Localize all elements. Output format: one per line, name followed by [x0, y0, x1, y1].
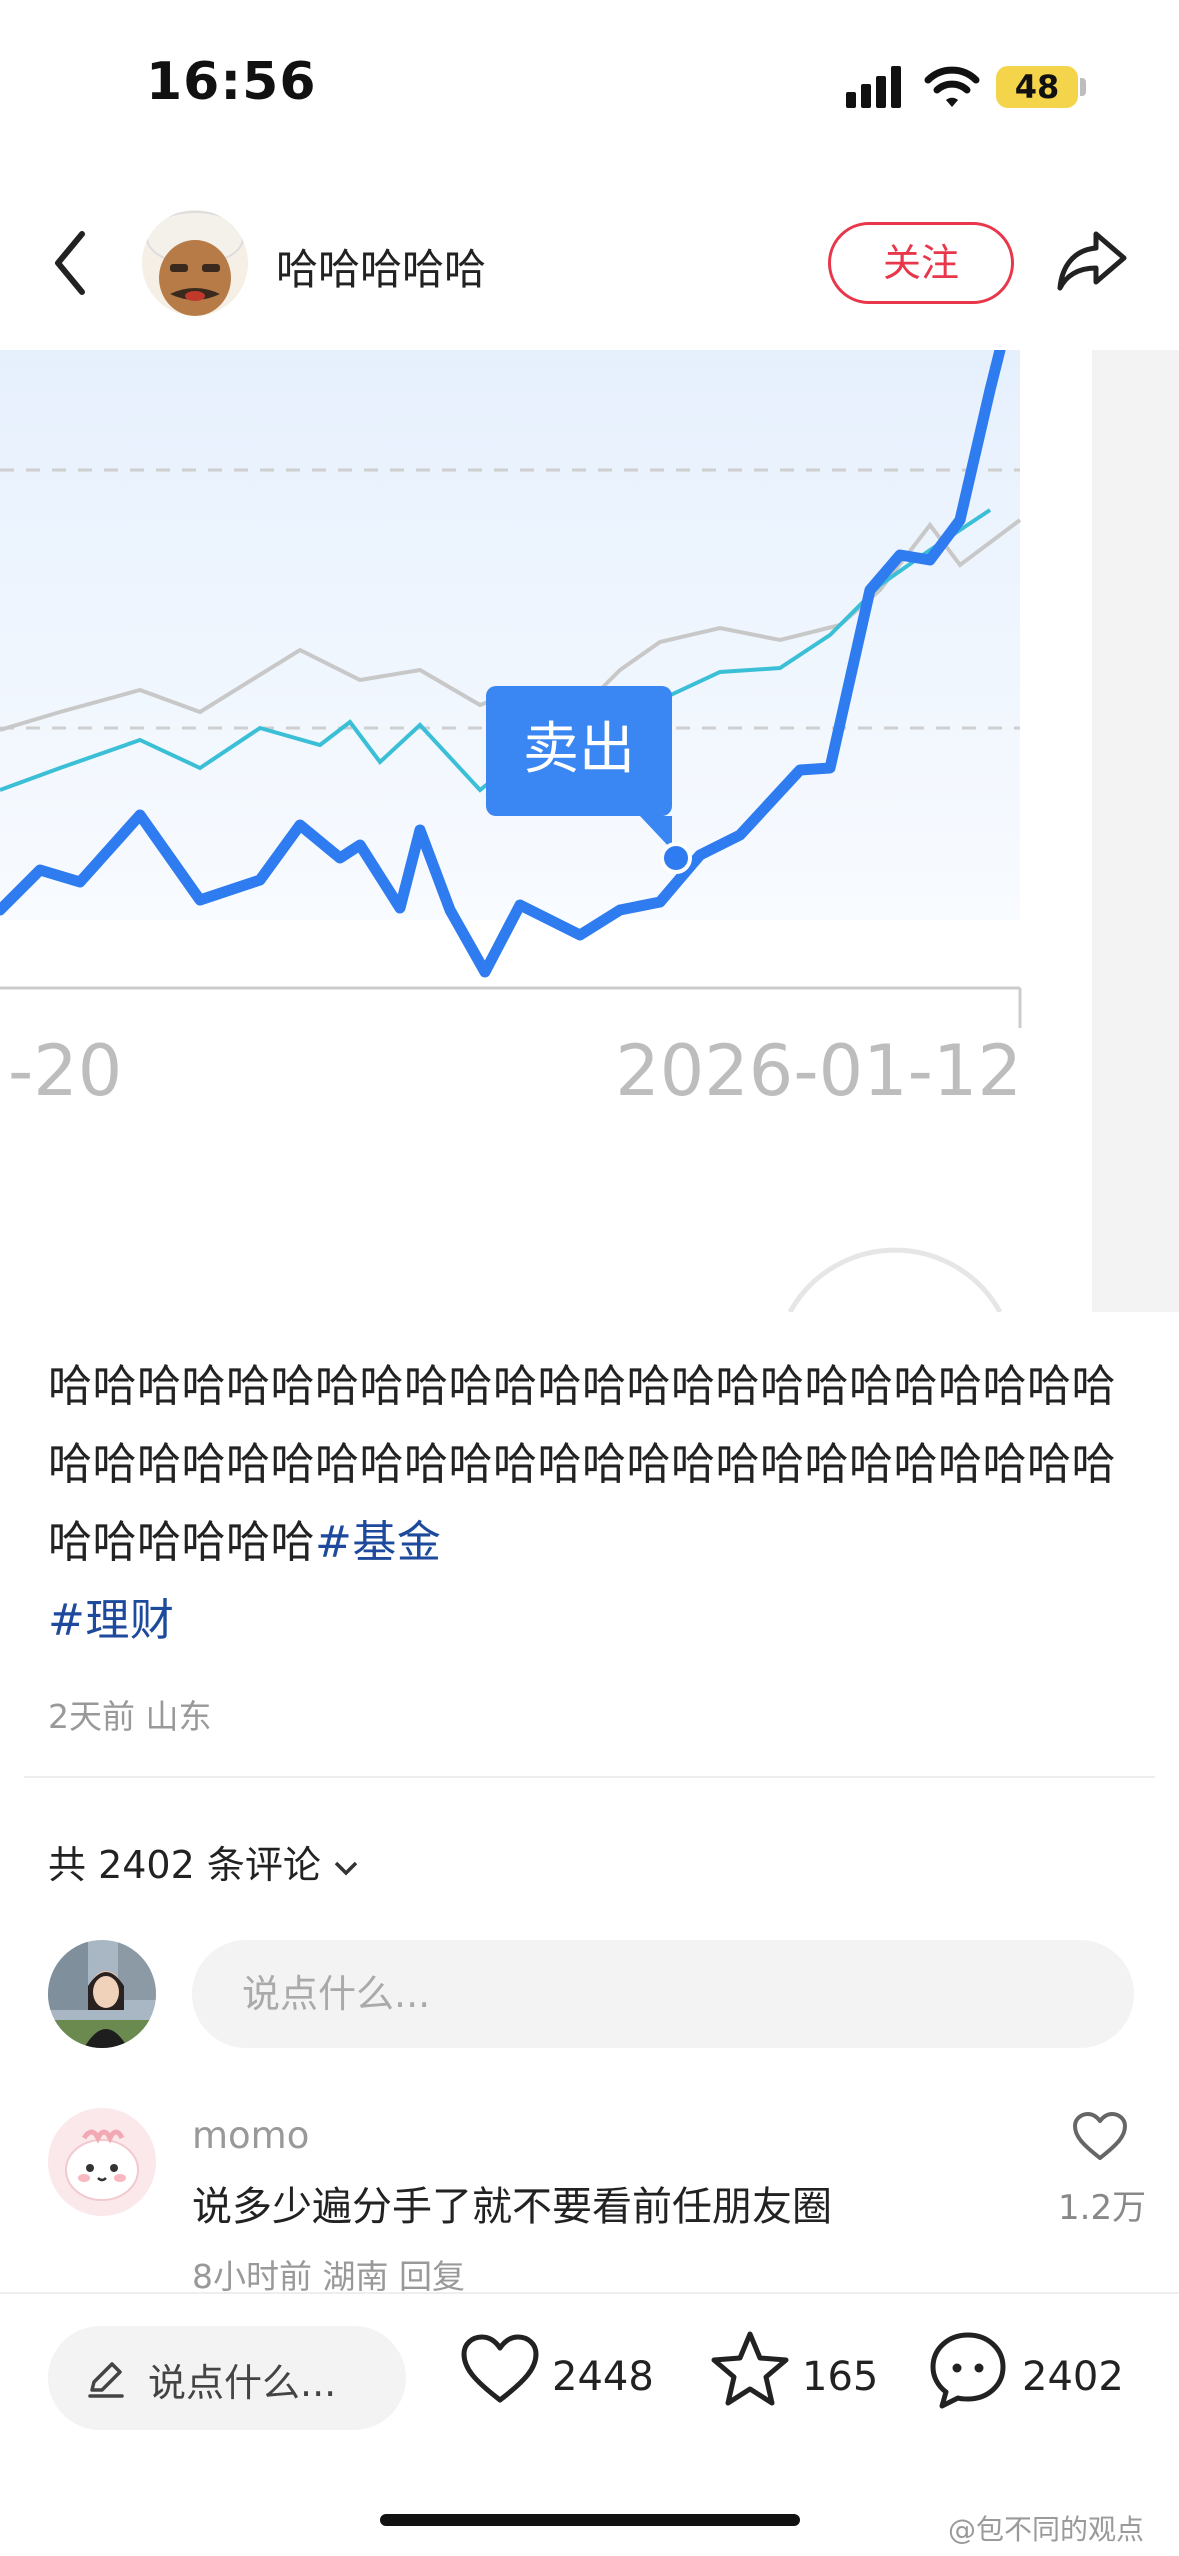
fund-line-chart: 卖出 -20 2026-01-12 — [0, 350, 1022, 1312]
comment-location: 湖南 — [322, 2257, 389, 2296]
current-user-avatar — [48, 1940, 156, 2048]
chevron-down-icon — [334, 1861, 358, 1875]
chart-fab-circle — [787, 1247, 1003, 1312]
divider — [0, 2292, 1179, 2294]
commenter-avatar[interactable] — [48, 2108, 156, 2216]
share-icon[interactable] — [1056, 228, 1128, 294]
reply-button[interactable]: 回复 — [399, 2257, 465, 2296]
comment-time: 8小时前 — [192, 2257, 312, 2296]
x-tick-label-right: 2026-01-12 — [615, 1030, 1022, 1112]
comment-like-heart-icon[interactable] — [1072, 2112, 1128, 2162]
comment-username[interactable]: momo — [192, 2114, 309, 2157]
author-avatar[interactable] — [140, 208, 250, 318]
comment-meta: 8小时前 湖南 回复 — [192, 2250, 465, 2298]
like-count: 2448 — [552, 2354, 654, 2400]
post-location: 山东 — [145, 1697, 212, 1736]
tag-link[interactable]: #基金 — [315, 1517, 441, 1568]
comment-count-sort[interactable]: 共 2402 条评论 — [48, 1834, 359, 1889]
bottom-input-placeholder: 说点什么... — [148, 2361, 337, 2405]
status-time: 16:56 — [146, 52, 317, 112]
like-heart-icon[interactable] — [460, 2334, 540, 2406]
comment-text: 说多少遍分手了就不要看前任朋友圈 — [192, 2184, 832, 2230]
divider — [24, 1776, 1155, 1778]
post-meta: 2天前 山东 — [48, 1690, 212, 1738]
star-icon[interactable] — [710, 2330, 790, 2408]
sell-annotation-label: 卖出 — [523, 717, 635, 782]
comment-like-count: 1.2万 — [1058, 2188, 1147, 2228]
cellular-signal-icon — [846, 66, 901, 108]
wifi-icon — [924, 66, 980, 107]
post-time: 2天前 — [48, 1697, 135, 1736]
watermark: @包不同的观点 — [948, 2513, 1145, 2546]
post-body: 哈哈哈哈哈哈哈哈哈哈哈哈哈哈哈哈哈哈哈哈哈哈哈哈哈哈哈哈哈哈哈哈哈哈哈哈哈哈哈哈… — [48, 1348, 1138, 1660]
comment-input[interactable]: 说点什么... — [192, 1940, 1134, 2048]
sell-point-marker — [660, 842, 692, 874]
image-side-strip — [1092, 350, 1179, 1312]
follow-button[interactable]: 关注 — [828, 222, 1014, 304]
post-text: 哈哈哈哈哈哈哈哈哈哈哈哈哈哈哈哈哈哈哈哈哈哈哈哈哈哈哈哈哈哈哈哈哈哈哈哈哈哈哈哈… — [48, 1361, 1116, 1568]
comment-count-label: 共 2402 条评论 — [48, 1843, 321, 1887]
pencil-icon — [88, 2362, 124, 2398]
battery-indicator: 48 — [996, 66, 1078, 108]
star-count: 165 — [802, 2354, 879, 2400]
post-image[interactable]: 卖出 -20 2026-01-12 — [0, 350, 1179, 1312]
author-name[interactable]: 哈哈哈哈哈 — [276, 236, 486, 297]
home-indicator[interactable] — [380, 2514, 800, 2526]
back-arrow-icon[interactable] — [50, 228, 90, 298]
comment-count: 2402 — [1022, 2354, 1124, 2400]
x-tick-label-left: -20 — [8, 1030, 122, 1112]
battery-cap — [1080, 78, 1086, 96]
comment-bubble-icon[interactable] — [928, 2330, 1008, 2410]
tag-link[interactable]: #理财 — [48, 1595, 174, 1646]
